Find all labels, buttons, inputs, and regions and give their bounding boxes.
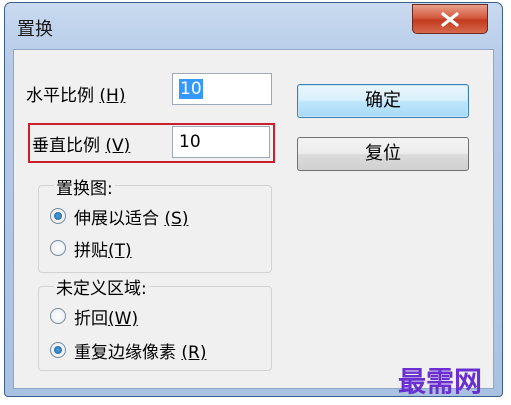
stretch-to-fit-label[interactable]: 伸展以适合 (S) bbox=[74, 204, 188, 229]
horizontal-scale-input[interactable]: 10 bbox=[172, 73, 272, 105]
close-button[interactable] bbox=[412, 4, 488, 34]
displacement-map-title: 置换图: bbox=[54, 174, 115, 199]
tile-label[interactable]: 拼贴(T) bbox=[74, 236, 132, 261]
wrap-around-label[interactable]: 折回(W) bbox=[74, 304, 138, 329]
undefined-areas-title: 未定义区域: bbox=[54, 274, 149, 299]
repeat-edge-pixels-radio[interactable] bbox=[50, 342, 66, 358]
repeat-edge-pixels-label[interactable]: 重复边缘像素 (R) bbox=[74, 338, 206, 363]
title-bar[interactable]: 置换 bbox=[5, 3, 502, 49]
vertical-scale-label: 垂直比例 (V) bbox=[32, 136, 131, 156]
watermark-logo: 最需网 bbox=[398, 365, 483, 398]
horizontal-scale-label: 水平比例 (H) bbox=[26, 86, 126, 106]
tile-radio[interactable] bbox=[50, 240, 66, 256]
dialog-content: 水平比例 (H) 10 垂直比例 (V) 10 确定 复位 置换图: 伸展以适合… bbox=[13, 49, 494, 389]
reset-button[interactable]: 复位 bbox=[297, 137, 469, 171]
stretch-to-fit-radio[interactable] bbox=[50, 208, 66, 224]
ok-button[interactable]: 确定 bbox=[297, 84, 469, 118]
vertical-scale-input[interactable]: 10 bbox=[172, 126, 270, 158]
window-title: 置换 bbox=[17, 19, 53, 40]
dialog-window: 置换 水平比例 (H) 10 垂直比例 (V) 10 确定 复位 置换图: 伸展… bbox=[4, 2, 503, 397]
close-icon bbox=[441, 12, 459, 27]
wrap-around-radio[interactable] bbox=[50, 308, 66, 324]
